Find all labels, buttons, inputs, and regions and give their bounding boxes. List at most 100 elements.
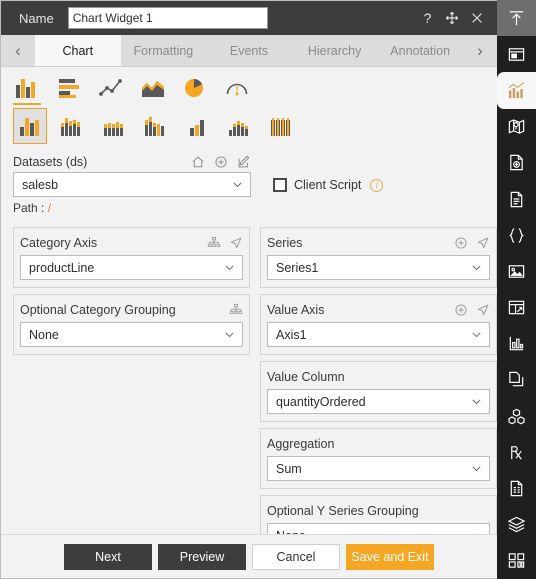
dialog-footer: Next Preview Cancel Save and Exit <box>1 534 497 578</box>
chart-type-category-row <box>1 67 497 105</box>
rail-item-collapse-up[interactable] <box>497 0 536 37</box>
gauge-widget-icon <box>507 334 526 353</box>
tab-chart[interactable]: Chart <box>35 35 121 66</box>
rail-item-cube-group[interactable] <box>497 398 536 434</box>
value-column-label: Value Column <box>267 369 345 384</box>
tab-hierarchy[interactable]: Hierarchy <box>291 35 378 66</box>
clustered-column-icon[interactable] <box>13 107 47 144</box>
chart-widget-dialog: Name ? ‹ ChartF <box>0 0 497 579</box>
value-axis-select[interactable]: Axis1 <box>267 322 490 347</box>
widget-name-input[interactable] <box>67 7 268 29</box>
preview-button[interactable]: Preview <box>158 543 246 570</box>
next-button[interactable]: Next <box>64 543 152 570</box>
client-script-checkbox[interactable] <box>273 178 287 192</box>
category-grouping-label-row: Optional Category Grouping <box>20 300 243 319</box>
edit-icon[interactable] <box>237 155 251 169</box>
category-axis-icons <box>207 236 243 250</box>
waterfall-column-icon[interactable] <box>223 108 257 144</box>
overlapping-column-icon[interactable] <box>265 108 299 144</box>
category-grouping-select[interactable]: None <box>20 322 243 347</box>
plus-circle-icon[interactable] <box>214 155 228 169</box>
category-axis-label-row: Category Axis <box>20 233 243 252</box>
widget-panel-icon <box>507 45 526 64</box>
tab-events[interactable]: Events <box>206 35 292 66</box>
rail-item-report-page[interactable] <box>497 145 536 181</box>
pie-chart-icon[interactable] <box>181 73 209 103</box>
hierarchy-icon[interactable] <box>229 303 243 317</box>
right-toolbar-rail <box>497 0 536 579</box>
plus-circle-icon[interactable] <box>454 303 468 317</box>
aggregation-select[interactable]: Sum <box>267 456 490 481</box>
tab-formatting[interactable]: Formatting <box>120 35 207 66</box>
column-chart-icon[interactable] <box>13 73 41 105</box>
grouped-column-icon[interactable] <box>139 108 173 144</box>
plus-circle-icon[interactable] <box>454 236 468 250</box>
move-icon[interactable] <box>444 10 460 26</box>
area-chart-icon[interactable] <box>139 73 167 103</box>
series-select[interactable]: Series1 <box>267 255 490 280</box>
category-axis-select[interactable]: productLine <box>20 255 243 280</box>
left-field-column: Category Axis productLine Optional Categ… <box>13 227 250 534</box>
simple-column-icon[interactable] <box>181 108 215 144</box>
rail-item-table-widget[interactable] <box>497 290 536 326</box>
client-script-label: Client Script <box>294 178 362 192</box>
category-axis-group: Category Axis productLine <box>13 227 250 288</box>
line-scatter-chart-icon[interactable] <box>97 73 125 103</box>
code-braces-icon <box>507 226 526 245</box>
datasets-row: salesb Path : / Client Script i <box>13 172 497 217</box>
rail-item-components[interactable] <box>497 543 536 579</box>
rail-item-gauge-widget[interactable] <box>497 326 536 362</box>
category-axis-label: Category Axis <box>20 235 98 250</box>
rail-item-copy-page[interactable] <box>497 362 536 398</box>
hierarchy-icon[interactable] <box>207 236 221 250</box>
report-page-icon <box>507 153 526 172</box>
datasets-label: Datasets (ds) <box>13 155 88 169</box>
name-label: Name <box>19 10 54 26</box>
rail-item-map-widget[interactable] <box>497 109 536 145</box>
rail-item-chart-widget[interactable] <box>497 72 536 109</box>
question-mark-icon[interactable]: ? <box>419 10 435 26</box>
rail-item-script-document[interactable] <box>497 470 536 506</box>
rail-item-code-braces[interactable] <box>497 217 536 253</box>
y-series-grouping-label: Optional Y Series Grouping <box>267 503 419 518</box>
stacked-column-icon[interactable] <box>55 108 89 144</box>
y-series-grouping-select[interactable]: None <box>267 523 490 534</box>
bar-chart-icon[interactable] <box>55 73 83 103</box>
category-grouping-icons <box>229 303 243 317</box>
cancel-button[interactable]: Cancel <box>252 543 340 570</box>
cursor-arrow-icon[interactable] <box>476 236 490 250</box>
home-icon[interactable] <box>191 155 205 169</box>
cursor-arrow-icon[interactable] <box>229 236 243 250</box>
value-column-label-row: Value Column <box>267 367 490 386</box>
info-icon[interactable]: i <box>370 178 384 192</box>
rail-item-document[interactable] <box>497 181 536 217</box>
series-icons <box>454 236 490 250</box>
right-field-column: Series Series1 Value Axis Axis1 Value Co… <box>260 227 497 534</box>
dataset-select[interactable]: salesb <box>13 172 251 197</box>
tabs-prev-arrow[interactable]: ‹ <box>1 35 35 66</box>
category-grouping-label: Optional Category Grouping <box>20 302 176 317</box>
category-grouping-value: None <box>29 327 59 342</box>
dialog-titlebar: Name ? <box>1 1 497 35</box>
rail-item-layers[interactable] <box>497 507 536 543</box>
tabs-next-arrow[interactable]: › <box>463 35 497 66</box>
series-label: Series <box>267 235 303 250</box>
rail-item-prescription[interactable] <box>497 434 536 470</box>
100-percent-stacked-column-icon[interactable] <box>97 108 131 144</box>
cursor-arrow-icon[interactable] <box>476 303 490 317</box>
rail-item-widget-panel[interactable] <box>497 36 536 72</box>
value-axis-value: Axis1 <box>276 327 307 342</box>
rail-item-image-widget[interactable] <box>497 253 536 289</box>
image-widget-icon <box>507 262 526 281</box>
aggregation-label-row: Aggregation <box>267 434 490 453</box>
close-icon[interactable] <box>469 10 485 26</box>
save-and-exit-button[interactable]: Save and Exit <box>346 543 434 570</box>
tab-annotation[interactable]: Annotation <box>377 35 463 66</box>
datasets-icon-group <box>191 155 251 169</box>
value-column-select[interactable]: quantityOrdered <box>267 389 490 414</box>
datasets-block: Datasets (ds) salesb Path: / Client Scr… <box>1 149 497 217</box>
dialog-body: Datasets (ds) salesb Path: / Client Scr… <box>1 67 497 534</box>
dataset-path: Path : / <box>13 197 251 217</box>
gauge-chart-icon[interactable] <box>223 73 251 103</box>
cube-group-icon <box>507 407 526 426</box>
